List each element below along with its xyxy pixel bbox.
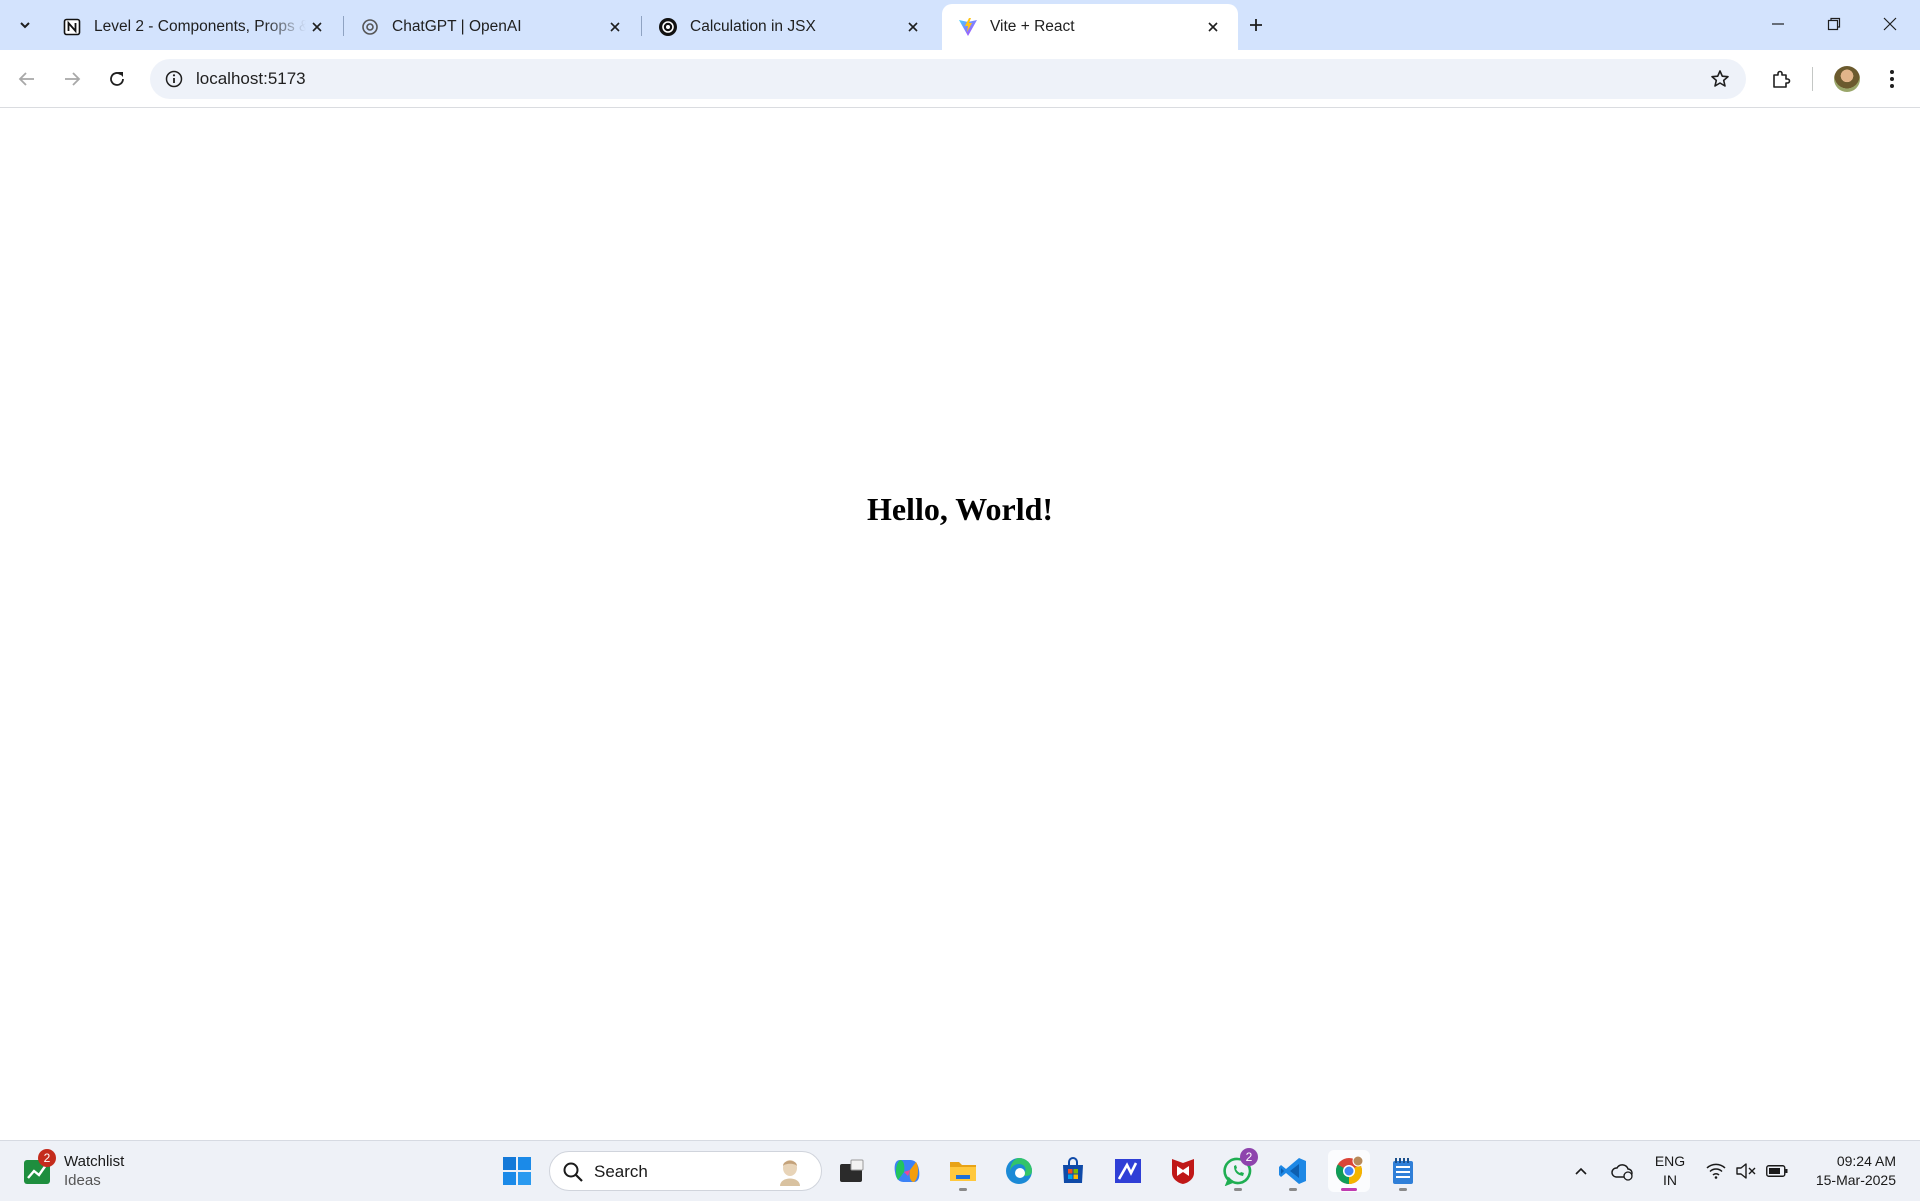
tab-title: ChatGPT | OpenAI: [392, 18, 522, 35]
bookmark-star-icon[interactable]: [1704, 63, 1736, 95]
tab-notion[interactable]: Level 2 - Components, Props &: [46, 4, 342, 50]
store-icon: [1063, 1157, 1083, 1183]
tab-search-button[interactable]: [9, 10, 41, 40]
taskbar: 2 Watchlist Ideas Search 2 ENG IN 09:24 …: [0, 1140, 1920, 1201]
tab-title: Level 2 - Components, Props &: [94, 18, 306, 35]
show-hidden-icons-button[interactable]: [1569, 1151, 1593, 1191]
taskbar-app-files[interactable]: [830, 1150, 872, 1192]
clock-date: 15-Mar-2025: [1815, 1172, 1896, 1188]
language-region: IN: [1663, 1172, 1677, 1188]
restore-button[interactable]: [1806, 0, 1862, 48]
taskbar-search[interactable]: Search: [549, 1151, 822, 1191]
more-vert-icon: [1890, 70, 1894, 88]
openai-icon: [360, 17, 380, 37]
minimize-button[interactable]: [1750, 0, 1806, 48]
close-icon[interactable]: [306, 16, 328, 38]
tab-title: Vite + React: [990, 18, 1075, 35]
taskbar-app-edge[interactable]: [998, 1150, 1040, 1192]
taskbar-app-vscode[interactable]: [1272, 1150, 1314, 1192]
browser-toolbar: localhost:5173: [0, 50, 1920, 108]
taskbar-app-whatsapp[interactable]: 2: [1217, 1148, 1259, 1192]
address-bar[interactable]: localhost:5173: [150, 59, 1746, 99]
copilot-icon: [894, 1160, 920, 1182]
taskbar-app-notepad[interactable]: [1382, 1150, 1424, 1192]
chrome-icon: [1335, 1156, 1364, 1185]
chevron-down-icon: [20, 22, 30, 29]
notion-icon: [62, 17, 82, 37]
tab-strip: Level 2 - Components, Props & ChatGPT | …: [0, 0, 1920, 50]
site-info-icon[interactable]: [158, 63, 190, 95]
new-tab-button[interactable]: [1240, 10, 1272, 40]
forward-arrow-icon: [65, 72, 81, 86]
search-placeholder: Search: [594, 1162, 648, 1181]
back-button[interactable]: [9, 61, 45, 97]
volume-button[interactable]: [1734, 1151, 1758, 1191]
notification-badge: 2: [38, 1149, 56, 1167]
language-indicator[interactable]: ENG IN: [1648, 1152, 1692, 1190]
widget-title: Watchlist: [64, 1153, 125, 1170]
file-manager-icon: [840, 1159, 864, 1182]
wifi-icon: [1706, 1163, 1726, 1179]
extensions-button[interactable]: [1763, 61, 1799, 97]
tab-title: Calculation in JSX: [690, 18, 816, 35]
vite-icon: [958, 17, 978, 37]
vscode-icon: [1279, 1158, 1306, 1184]
openai-icon: [658, 17, 678, 37]
puzzle-icon: [1773, 70, 1791, 88]
widget-subtitle: Ideas: [64, 1172, 101, 1189]
app-icon: [1115, 1159, 1141, 1183]
forward-button[interactable]: [54, 61, 90, 97]
search-icon: [563, 1162, 583, 1182]
network-button[interactable]: [1704, 1151, 1728, 1191]
close-icon[interactable]: [1202, 16, 1224, 38]
reload-icon: [110, 72, 124, 86]
notepad-icon: [1393, 1158, 1413, 1184]
file-explorer-icon: [950, 1162, 976, 1181]
minimize-icon: [1772, 23, 1784, 25]
tab-calculation-jsx[interactable]: Calculation in JSX: [642, 4, 938, 50]
notification-badge: 2: [1240, 1148, 1258, 1166]
page-heading: Hello, World!: [866, 491, 1054, 527]
taskbar-app-copilot[interactable]: [886, 1150, 928, 1192]
taskbar-app-store[interactable]: [1052, 1150, 1094, 1192]
close-icon[interactable]: [902, 16, 924, 38]
avatar: [1834, 66, 1860, 92]
mcafee-icon: [1172, 1159, 1194, 1184]
restore-icon: [1827, 17, 1841, 31]
close-window-button[interactable]: [1862, 0, 1918, 48]
widget-watchlist[interactable]: 2 Watchlist Ideas: [22, 1149, 125, 1191]
onedrive-button[interactable]: [1608, 1151, 1636, 1191]
cloud-sync-icon: [1611, 1164, 1633, 1181]
start-button[interactable]: [496, 1150, 538, 1192]
tab-chatgpt[interactable]: ChatGPT | OpenAI: [344, 4, 640, 50]
profile-button[interactable]: [1829, 61, 1865, 97]
volume-muted-icon: [1736, 1163, 1756, 1179]
address-url[interactable]: localhost:5173: [196, 69, 306, 89]
taskbar-app-blue[interactable]: [1107, 1150, 1149, 1192]
battery-button[interactable]: [1764, 1151, 1790, 1191]
plus-icon: [1250, 19, 1262, 31]
clock-time: 09:24 AM: [1836, 1153, 1896, 1169]
menu-button[interactable]: [1874, 61, 1910, 97]
taskbar-app-mcafee[interactable]: [1162, 1150, 1204, 1192]
taskbar-app-chrome[interactable]: [1328, 1150, 1370, 1192]
edge-icon: [1006, 1158, 1032, 1184]
toolbar-divider: [1812, 67, 1813, 91]
stock-chart-icon: 2: [22, 1149, 56, 1186]
reload-button[interactable]: [99, 61, 135, 97]
page-content: Hello, World!: [0, 108, 1920, 1140]
taskbar-app-explorer[interactable]: [942, 1150, 984, 1192]
system-clock[interactable]: 09:24 AM 15-Mar-2025: [1800, 1152, 1896, 1190]
tab-vite-react[interactable]: Vite + React: [942, 4, 1238, 50]
chevron-up-icon: [1575, 1167, 1587, 1175]
close-icon: [1883, 17, 1897, 31]
back-arrow-icon: [18, 72, 34, 86]
battery-icon: [1766, 1165, 1788, 1177]
search-highlight-icon: [780, 1160, 800, 1186]
language-code: ENG: [1654, 1153, 1686, 1169]
start-icon: [503, 1157, 531, 1185]
close-icon[interactable]: [604, 16, 626, 38]
